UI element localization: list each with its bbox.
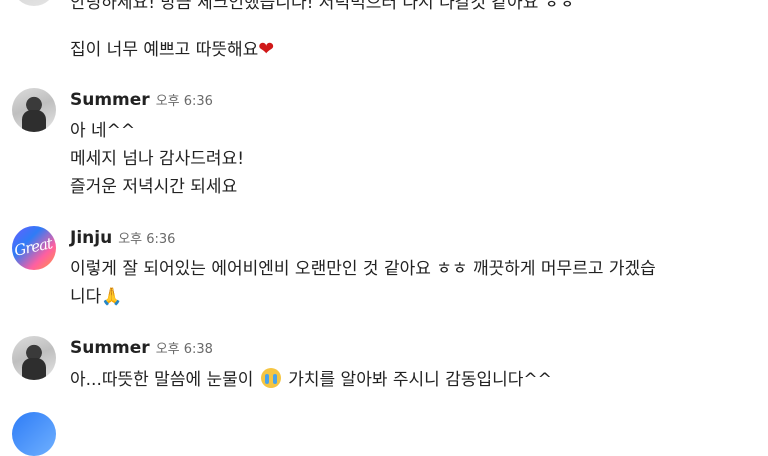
timestamp: 오후 6:36 [155,94,213,109]
avatar-text: Great [12,234,54,260]
timestamp: 오후 6:38 [155,342,213,357]
sender-name[interactable]: Summer [70,338,150,358]
sender-name[interactable]: Summer [70,90,150,110]
message-text: 이렇게 잘 되어있는 에어비엔비 오랜만인 것 같아요 ㅎㅎ 깨끗하게 머무르고… [70,259,656,279]
crying-face-icon [260,368,281,388]
message-header: Summer 오후 6:36 [70,90,213,110]
sender-name[interactable]: Jinju [70,228,112,248]
avatar[interactable] [12,412,56,456]
avatar[interactable]: Great [12,226,56,270]
avatar[interactable] [12,0,56,6]
message-header: Jinju 오후 6:36 [70,228,175,248]
message-text-body: 집이 너무 예쁘고 따뜻해요 [70,40,259,60]
message-text: 즐거운 저녁시간 되세요 [70,177,238,197]
avatar[interactable] [12,88,56,132]
heart-icon: ❤ [258,38,275,60]
avatar[interactable] [12,336,56,380]
message-text: 아 네^^ [70,121,136,141]
timestamp: 오후 6:36 [118,232,176,247]
message-header: Summer 오후 6:38 [70,338,213,358]
message-text: 니다🙏 [70,287,123,307]
message-text: 메세지 넘나 감사드려요! [70,149,245,169]
message-text-body: 아...따뜻한 말씀에 눈물이 [70,370,254,390]
message-text-body: 가치를 알아봐 주시니 감동입니다^^ [288,370,552,390]
message-text: 안녕하세요! 방금 체크인했습니다! 저녁먹으러 다시 나갈것 같아요 ㅎㅎ [70,0,576,13]
message-text: 집이 너무 예쁘고 따뜻해요❤ [70,38,274,61]
message-text: 아...따뜻한 말씀에 눈물이 가치를 알아봐 주시니 감동입니다^^ [70,368,552,391]
